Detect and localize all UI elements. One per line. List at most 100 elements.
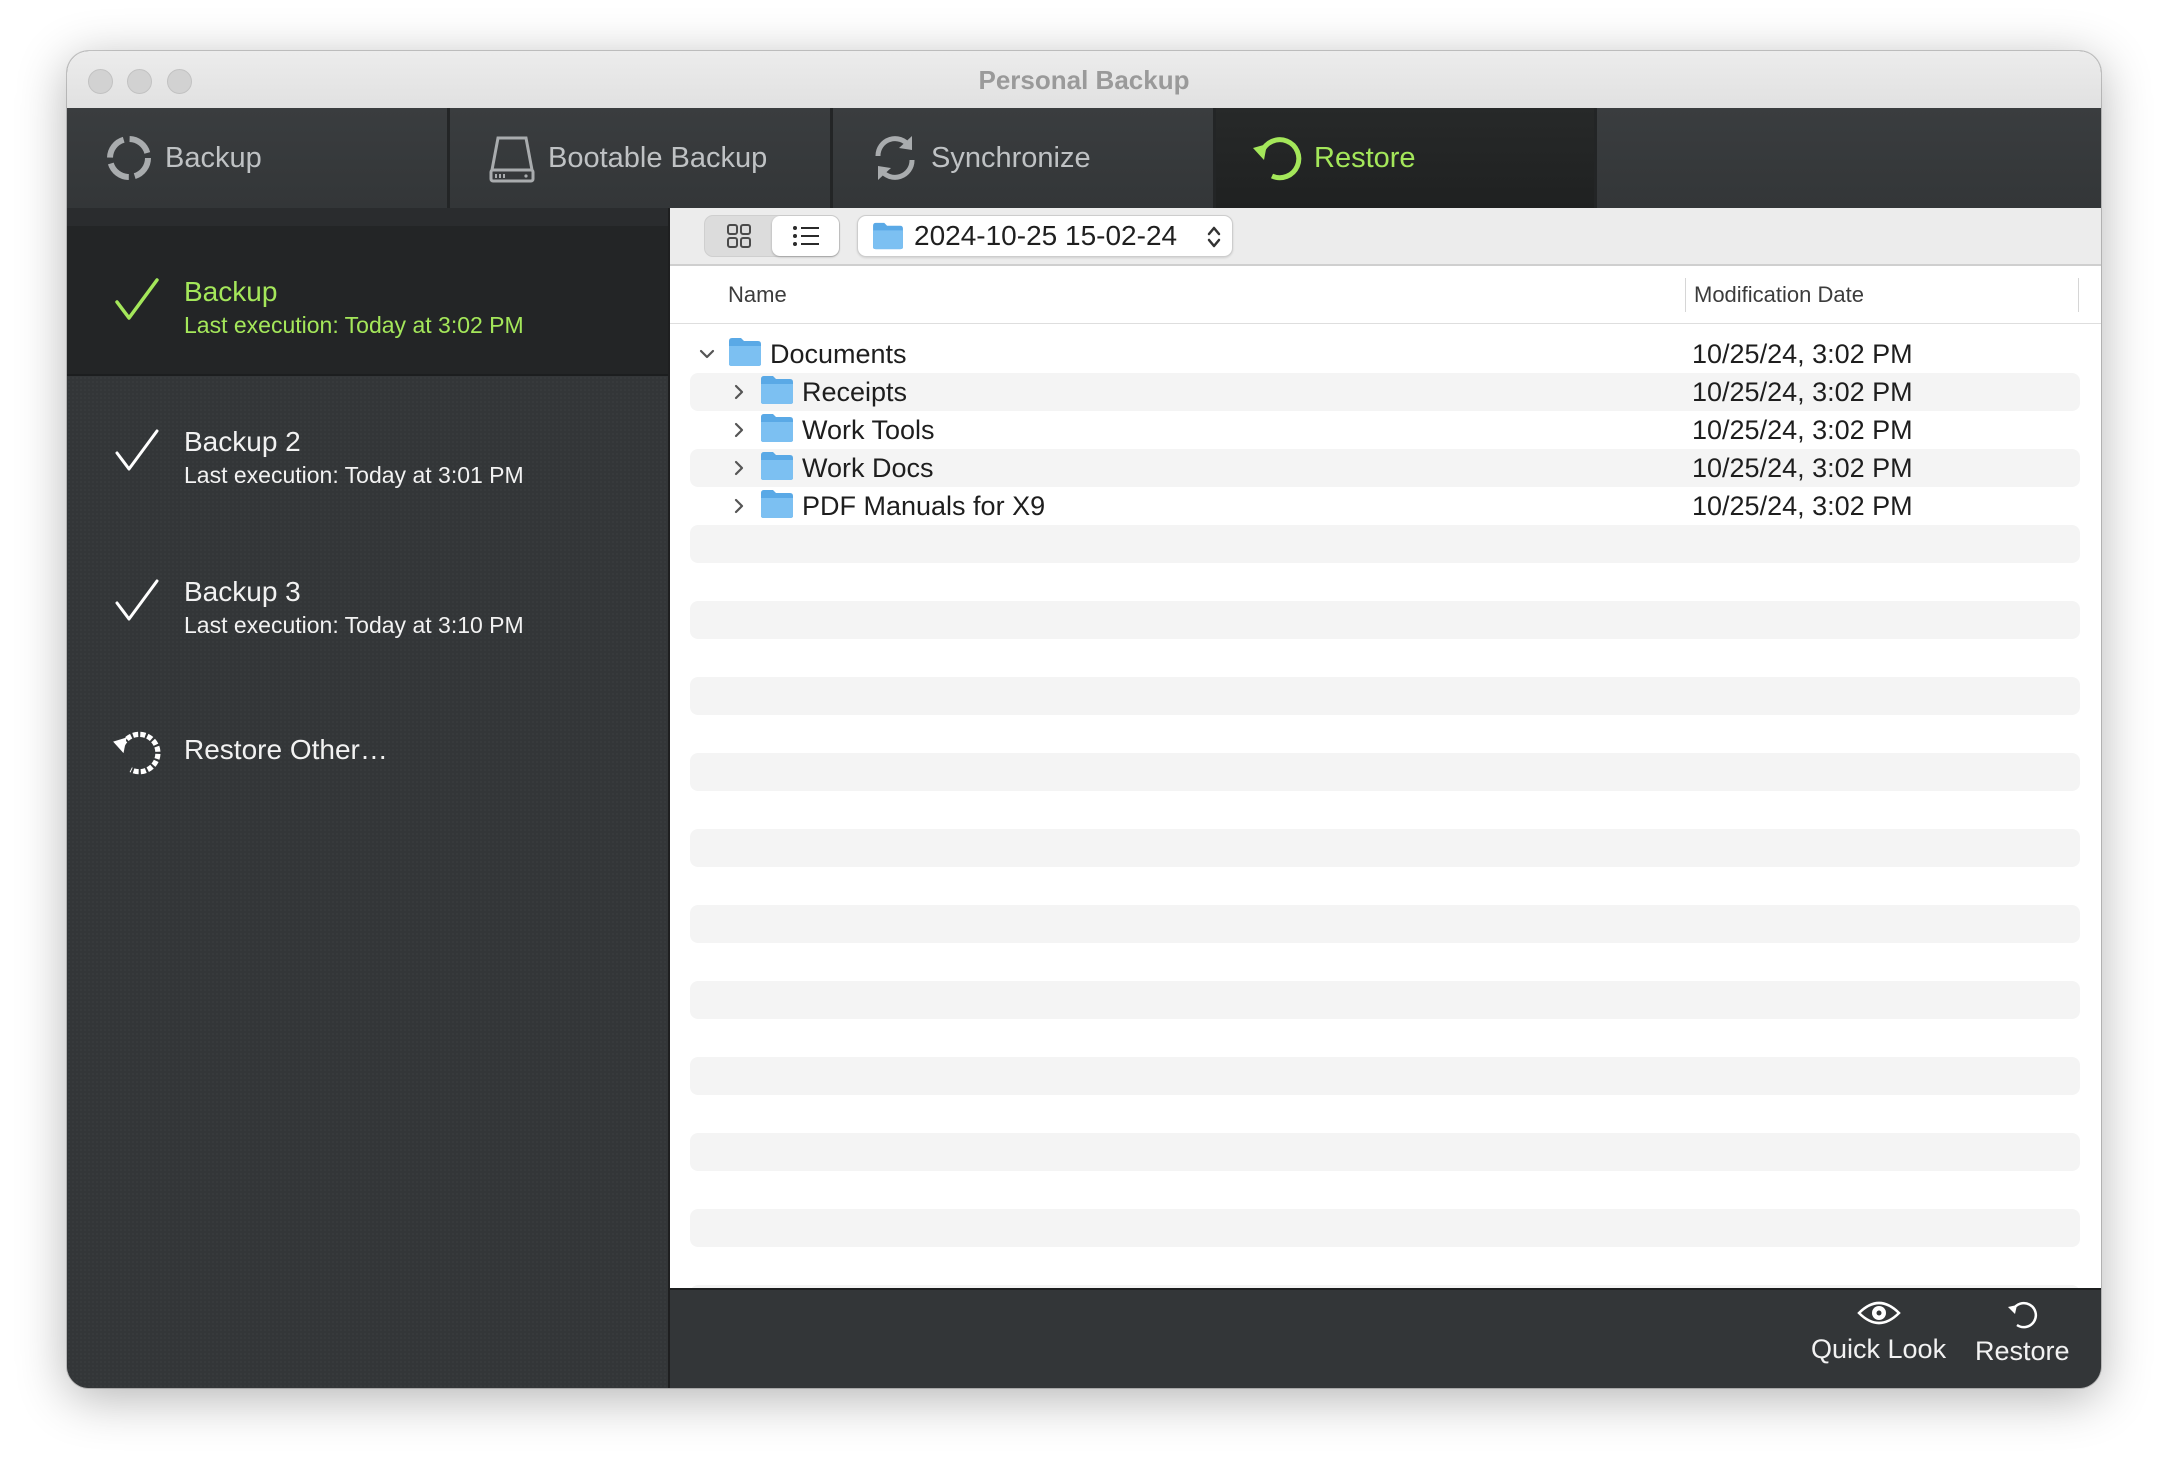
restore-other-label: Restore Other… <box>184 734 388 765</box>
row-date: 10/25/24, 3:02 PM <box>1692 415 1913 445</box>
checkmark-icon <box>115 429 159 471</box>
window-title: Personal Backup <box>978 65 1190 95</box>
empty-row <box>690 1171 2080 1209</box>
row-date: 10/25/24, 3:02 PM <box>1692 377 1913 407</box>
file-list: Documents 10/25/24, 3:02 PM Receipts 10/… <box>690 335 2080 1361</box>
folder-icon <box>761 414 793 442</box>
sync-arrows-icon <box>867 130 923 186</box>
row-name: PDF Manuals for X9 <box>802 491 1046 521</box>
sidebar-item-backup-3[interactable]: Backup 3 Last execution: Today at 3:10 P… <box>67 526 668 676</box>
tab-backup-label: Backup <box>165 141 262 174</box>
empty-row <box>690 981 2080 1019</box>
chevron-right-icon[interactable] <box>730 459 748 477</box>
restore-other-button[interactable]: Restore Other… <box>67 676 668 826</box>
empty-row <box>690 753 2080 791</box>
snapshot-popup[interactable]: 2024-10-25 15-02-24 <box>857 215 1233 257</box>
tab-restore-label: Restore <box>1314 141 1416 174</box>
table-row[interactable]: Receipts 10/25/24, 3:02 PM <box>690 373 2080 411</box>
empty-row <box>690 563 2080 601</box>
grid-icon <box>726 224 751 248</box>
table-row[interactable]: Work Tools 10/25/24, 3:02 PM <box>690 411 2080 449</box>
folder-icon <box>761 452 793 480</box>
chevron-updown-icon <box>1207 226 1221 248</box>
tab-restore[interactable]: Restore <box>1216 108 1597 208</box>
chevron-right-icon[interactable] <box>730 421 748 439</box>
backup-sidebar: Backup Last execution: Today at 3:02 PM … <box>67 208 668 1388</box>
folder-icon <box>873 222 903 250</box>
file-browser: 2024-10-25 15-02-24 Name Modification Da… <box>668 208 2101 1323</box>
empty-row <box>690 639 2080 677</box>
quick-look-button[interactable]: Quick Look <box>1811 1298 1946 1365</box>
sidebar-top-strip <box>67 208 668 226</box>
empty-row <box>690 1057 2080 1095</box>
empty-row <box>690 1019 2080 1057</box>
view-mode-segmented-control <box>704 215 840 257</box>
list-view-button[interactable] <box>772 216 839 256</box>
date-column-header[interactable]: Modification Date <box>1694 282 1864 308</box>
table-row[interactable]: Work Docs 10/25/24, 3:02 PM <box>690 449 2080 487</box>
empty-row <box>690 1133 2080 1171</box>
table-row[interactable]: PDF Manuals for X9 10/25/24, 3:02 PM <box>690 487 2080 525</box>
sidebar-item-status: Last execution: Today at 3:01 PM <box>184 462 524 488</box>
restore-button[interactable]: Restore <box>1975 1298 2070 1367</box>
snapshot-value: 2024-10-25 15-02-24 <box>914 220 1178 251</box>
checkmark-icon <box>115 579 159 621</box>
checkmark-icon <box>115 278 159 320</box>
column-divider[interactable] <box>2078 278 2079 312</box>
folder-icon <box>761 376 793 404</box>
backup-ring-icon <box>101 130 157 186</box>
browser-toolbar: 2024-10-25 15-02-24 <box>670 208 2101 266</box>
sidebar-item-backup-2[interactable]: Backup 2 Last execution: Today at 3:01 P… <box>67 376 668 526</box>
tab-bootable-backup-label: Bootable Backup <box>548 141 768 174</box>
empty-row <box>690 867 2080 905</box>
tab-bar-filler <box>1597 108 2101 208</box>
tab-backup[interactable]: Backup <box>67 108 450 208</box>
empty-row <box>690 829 2080 867</box>
grid-view-button[interactable] <box>705 216 772 256</box>
empty-row <box>690 791 2080 829</box>
row-name: Work Docs <box>802 453 934 483</box>
restore-arrow-icon <box>113 731 161 775</box>
empty-row <box>690 525 2080 563</box>
restore-arrow-icon <box>1250 130 1306 186</box>
sidebar-item-status: Last execution: Today at 3:02 PM <box>184 312 524 338</box>
list-icon <box>792 226 819 246</box>
restore-label: Restore <box>1975 1336 2070 1366</box>
sidebar-item-name: Backup 2 <box>184 426 301 457</box>
title-bar: Personal Backup <box>67 51 2101 109</box>
empty-row <box>690 905 2080 943</box>
app-window: Personal Backup Backup Bootable Backup S… <box>67 51 2101 1388</box>
folder-icon <box>761 490 793 518</box>
tab-synchronize-label: Synchronize <box>931 141 1091 174</box>
tab-bootable-backup[interactable]: Bootable Backup <box>450 108 833 208</box>
quick-look-label: Quick Look <box>1811 1334 1947 1364</box>
name-column-header[interactable]: Name <box>728 282 787 308</box>
folder-icon <box>729 338 761 366</box>
chevron-right-icon[interactable] <box>730 383 748 401</box>
empty-row <box>690 1247 2080 1285</box>
chevron-down-icon[interactable] <box>698 345 716 363</box>
row-date: 10/25/24, 3:02 PM <box>1692 453 1913 483</box>
row-date: 10/25/24, 3:02 PM <box>1692 491 1913 521</box>
empty-row <box>690 601 2080 639</box>
restore-arrow-icon <box>2008 1301 2038 1329</box>
mode-tab-bar: Backup Bootable Backup Synchronize Resto… <box>67 108 2101 208</box>
eye-icon <box>1856 1301 1901 1325</box>
empty-row <box>690 677 2080 715</box>
empty-row <box>690 943 2080 981</box>
row-name: Receipts <box>802 377 908 407</box>
empty-row <box>690 1095 2080 1133</box>
row-name: Documents <box>770 339 907 369</box>
column-divider[interactable] <box>1685 278 1686 312</box>
sidebar-item-name: Backup 3 <box>184 576 301 607</box>
sidebar-item-backup[interactable]: Backup Last execution: Today at 3:02 PM <box>67 226 668 376</box>
chevron-right-icon[interactable] <box>730 497 748 515</box>
table-row[interactable]: Documents 10/25/24, 3:02 PM <box>690 335 2080 373</box>
tab-synchronize[interactable]: Synchronize <box>833 108 1216 208</box>
empty-row <box>690 1209 2080 1247</box>
sidebar-item-status: Last execution: Today at 3:10 PM <box>184 612 524 638</box>
column-header: Name Modification Date <box>670 266 2101 324</box>
drive-icon <box>484 130 540 186</box>
empty-row <box>690 715 2080 753</box>
sidebar-item-name: Backup <box>184 276 278 307</box>
